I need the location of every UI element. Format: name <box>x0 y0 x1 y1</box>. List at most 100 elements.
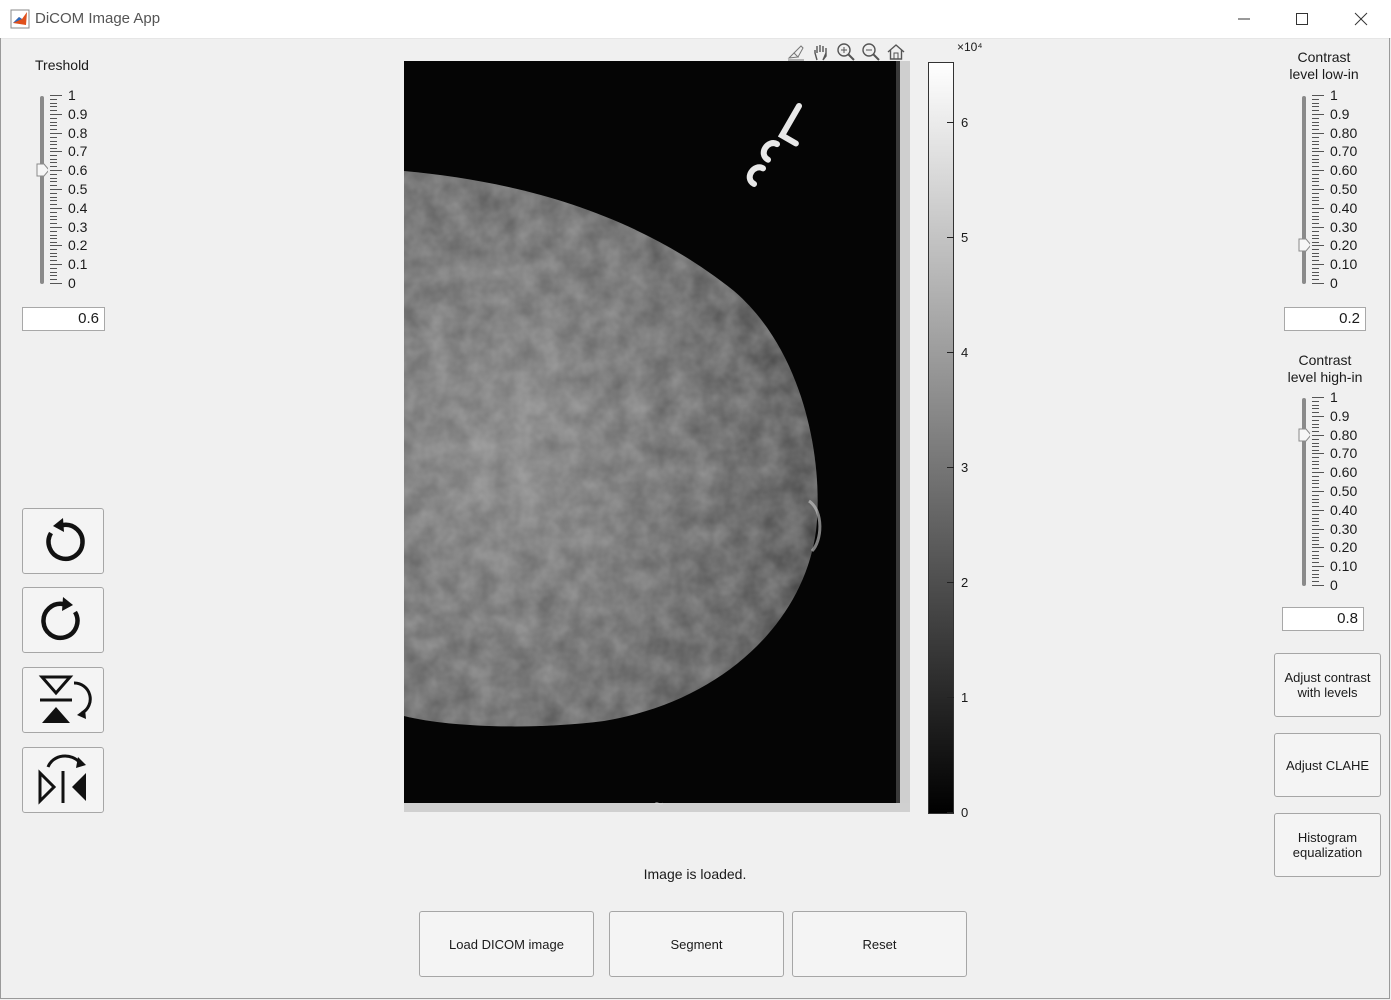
threshold-slider-minor-tick <box>50 275 57 276</box>
threshold-slider-minor-tick <box>50 99 57 100</box>
contrast-low-slider[interactable]: 1 0.9 0.80 0.70 0.60 0.50 0.40 0.30 0.20 0.10 0 <box>1298 88 1373 290</box>
contrast-high-slider-minor-tick <box>1312 480 1319 481</box>
brush-icon[interactable] <box>785 41 807 63</box>
contrast-high-value-field[interactable]: 0.8 <box>1282 607 1364 631</box>
minimize-button[interactable] <box>1221 0 1267 38</box>
contrast-high-slider-thumb[interactable] <box>1298 428 1310 442</box>
threshold-slider-major-tick <box>50 227 62 228</box>
histogram-equalization-button[interactable]: Histogram equalization <box>1274 813 1381 877</box>
image-corner-mark: ~ <box>654 796 663 812</box>
rotate-left-button[interactable] <box>22 508 104 574</box>
threshold-slider-minor-tick <box>50 197 57 198</box>
threshold-slider-minor-tick <box>50 260 57 261</box>
pan-icon[interactable] <box>810 41 832 63</box>
contrast-high-slider-minor-tick <box>1312 476 1319 477</box>
contrast-high-slider-minor-tick <box>1312 525 1319 526</box>
contrast-high-slider[interactable]: 1 0.9 0.80 0.70 0.60 0.50 0.40 0.30 0.20 0.10 0 <box>1298 390 1373 592</box>
image-axes[interactable]: ~ <box>404 61 910 812</box>
home-icon[interactable] <box>885 41 907 63</box>
threshold-slider-major-tick <box>50 170 62 171</box>
threshold-slider-minor-tick <box>50 219 57 220</box>
threshold-slider-major-tick <box>50 114 62 115</box>
load-dicom-button[interactable]: Load DICOM image <box>419 911 594 977</box>
contrast-low-slider-thumb[interactable] <box>1298 238 1310 252</box>
contrast-high-slider-minor-tick <box>1312 521 1319 522</box>
contrast-low-slider-minor-tick <box>1312 204 1319 205</box>
contrast-low-slider-tick-label: 0.30 <box>1330 219 1358 235</box>
threshold-slider-minor-tick <box>50 185 57 186</box>
threshold-slider-minor-tick <box>50 204 57 205</box>
threshold-slider-minor-tick <box>50 110 57 111</box>
contrast-low-slider-minor-tick <box>1312 162 1319 163</box>
rotate-left-icon <box>46 518 85 561</box>
threshold-slider-thumb[interactable] <box>36 163 48 177</box>
contrast-high-slider-track[interactable] <box>1302 398 1306 586</box>
contrast-low-slider-track[interactable] <box>1302 96 1306 284</box>
threshold-slider-minor-tick <box>50 216 57 217</box>
contrast-high-slider-major-tick <box>1312 566 1324 567</box>
contrast-low-slider-minor-tick <box>1312 219 1319 220</box>
threshold-slider-track[interactable] <box>40 96 44 284</box>
close-button[interactable] <box>1338 0 1384 38</box>
threshold-slider-minor-tick <box>50 253 57 254</box>
contrast-high-slider-minor-tick <box>1312 518 1319 519</box>
contrast-low-slider-major-tick <box>1312 264 1324 265</box>
contrast-high-slider-minor-tick <box>1312 558 1319 559</box>
window-title: DiCOM Image App <box>35 10 161 27</box>
colorbar-tick-label: 5 <box>961 230 969 245</box>
threshold-slider-tick-label: 1 <box>68 87 76 103</box>
contrast-low-slider-minor-tick <box>1312 216 1319 217</box>
contrast-high-slider-minor-tick <box>1312 461 1319 462</box>
threshold-slider-minor-tick <box>50 178 57 179</box>
contrast-low-slider-tick-label: 0.9 <box>1330 106 1350 122</box>
reset-button[interactable]: Reset <box>792 911 967 977</box>
zoom-out-icon[interactable] <box>860 41 882 63</box>
contrast-low-value-field[interactable]: 0.2 <box>1284 307 1366 331</box>
threshold-value-field[interactable]: 0.6 <box>22 307 105 331</box>
contrast-high-slider-tick-label: 0.60 <box>1330 464 1358 480</box>
contrast-high-slider-minor-tick <box>1312 427 1319 428</box>
contrast-low-slider-minor-tick <box>1312 235 1319 236</box>
contrast-low-slider-major-tick <box>1312 283 1324 284</box>
contrast-high-slider-minor-tick <box>1312 487 1319 488</box>
threshold-slider-tick-label: 0.9 <box>68 106 88 122</box>
contrast-high-slider-tick-label: 0.40 <box>1330 502 1358 518</box>
rotate-right-icon <box>41 597 80 640</box>
rotate-right-button[interactable] <box>22 587 104 653</box>
contrast-high-slider-minor-tick <box>1312 439 1319 440</box>
adjust-clahe-button[interactable]: Adjust CLAHE <box>1274 733 1381 797</box>
maximize-button[interactable] <box>1279 0 1325 38</box>
threshold-slider-minor-tick <box>50 144 57 145</box>
threshold-slider-tick-label: 0.5 <box>68 181 88 197</box>
zoom-in-icon[interactable] <box>835 41 857 63</box>
threshold-slider-tick-label: 0.6 <box>68 162 88 178</box>
contrast-high-slider-tick-label: 0.70 <box>1330 445 1358 461</box>
contrast-high-slider-minor-tick <box>1312 574 1319 575</box>
segment-button[interactable]: Segment <box>609 911 784 977</box>
contrast-high-slider-major-tick <box>1312 529 1324 530</box>
flip-vertical-button[interactable] <box>22 667 104 733</box>
threshold-slider-tick-label: 0.1 <box>68 256 88 272</box>
adjust-clahe-label: Adjust CLAHE <box>1285 757 1370 773</box>
threshold-slider-minor-tick <box>50 256 57 257</box>
threshold-slider[interactable]: 1 0.9 0.8 0.7 0.6 0.5 0.4 0.3 0.2 0.1 0 <box>36 88 106 290</box>
contrast-low-slider-major-tick <box>1312 151 1324 152</box>
contrast-low-slider-minor-tick <box>1312 212 1319 213</box>
contrast-low-slider-minor-tick <box>1312 197 1319 198</box>
contrast-low-slider-major-tick <box>1312 170 1324 171</box>
threshold-slider-minor-tick <box>50 155 57 156</box>
colorbar-tick <box>947 237 954 238</box>
threshold-slider-minor-tick <box>50 174 57 175</box>
contrast-high-slider-minor-tick <box>1312 412 1319 413</box>
contrast-high-slider-tick-label: 0.30 <box>1330 521 1358 537</box>
contrast-high-slider-minor-tick <box>1312 577 1319 578</box>
colorbar-tick-label: 0 <box>961 805 969 820</box>
colorbar <box>928 62 954 814</box>
threshold-slider-minor-tick <box>50 200 57 201</box>
adjust-contrast-levels-button[interactable]: Adjust contrast with levels <box>1274 653 1381 717</box>
contrast-low-slider-minor-tick <box>1312 231 1319 232</box>
contrast-low-slider-minor-tick <box>1312 155 1319 156</box>
flip-horizontal-button[interactable] <box>22 747 104 813</box>
colorbar-tick <box>947 697 954 698</box>
contrast-low-slider-minor-tick <box>1312 137 1319 138</box>
